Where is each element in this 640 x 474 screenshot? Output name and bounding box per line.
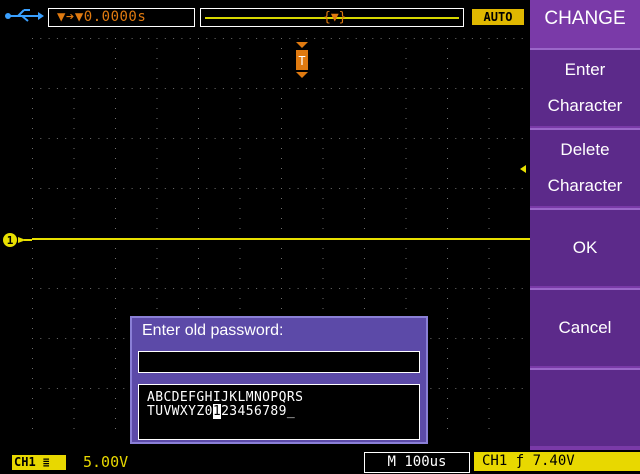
dialog-title: Enter old password:	[142, 322, 284, 339]
character-row-2-end: 23456789_	[221, 404, 296, 419]
selected-character[interactable]: 1	[212, 404, 222, 419]
trigger-mode-badge: AUTO	[472, 9, 524, 25]
timebase-readout: M 100us	[364, 452, 470, 473]
ch1-vertical-scale: 5.00V	[83, 453, 129, 471]
trigger-level-arrow	[520, 165, 526, 173]
menu-title: CHANGE	[530, 0, 640, 38]
ch1-badge: CH1 ≣	[12, 455, 66, 470]
trigger-info-readout: CH1 ƒ 7.40V	[474, 452, 640, 471]
svg-text:T: T	[298, 54, 305, 68]
menu-item-label: Delete	[560, 140, 610, 159]
cancel-button[interactable]: Cancel	[530, 288, 640, 366]
usb-icon	[5, 9, 44, 22]
dc-coupling-icon: ≣	[42, 456, 50, 469]
character-row-2[interactable]: TUVWXYZ0123456789_	[147, 404, 296, 419]
side-menu: CHANGE Enter Character Delete Character …	[530, 0, 640, 450]
trigger-marker-icon: {▼}	[323, 10, 347, 25]
password-input[interactable]	[138, 351, 420, 373]
menu-item-label: Character	[547, 176, 623, 195]
menu-item-label: Cancel	[558, 318, 612, 337]
menu-item-label: Character	[547, 96, 623, 115]
password-dialog: Enter old password: ABCDEFGHIJKLMNOPQRS …	[130, 316, 428, 444]
empty-menu-button[interactable]	[530, 368, 640, 446]
character-picker[interactable]: ABCDEFGHIJKLMNOPQRS TUVWXYZ0123456789_	[138, 384, 420, 440]
enter-character-button[interactable]: Enter Character	[530, 48, 640, 126]
memory-position-bar: {▼}	[200, 8, 464, 27]
ch1-label: CH1	[14, 455, 36, 469]
svg-text:1: 1	[7, 234, 14, 247]
top-status-bar: ▼➔▼0.0000s {▼} AUTO	[0, 0, 530, 30]
trigger-position-text: ▼➔▼0.0000s	[57, 9, 147, 25]
character-row-2-start: TUVWXYZ0	[147, 404, 213, 419]
delete-character-button[interactable]: Delete Character	[530, 128, 640, 206]
bottom-status-bar: CH1 ≣ 5.00V M 100us CH1 ƒ 7.40V	[0, 450, 640, 474]
trigger-marker-icon: T	[296, 42, 308, 78]
character-row-1[interactable]: ABCDEFGHIJKLMNOPQRS	[147, 391, 303, 404]
trigger-position-readout: ▼➔▼0.0000s	[48, 8, 195, 27]
menu-item-label: Enter	[564, 60, 606, 79]
menu-item-label: OK	[572, 238, 598, 257]
ok-button[interactable]: OK	[530, 208, 640, 286]
ch1-ground-marker: 1	[3, 233, 32, 247]
